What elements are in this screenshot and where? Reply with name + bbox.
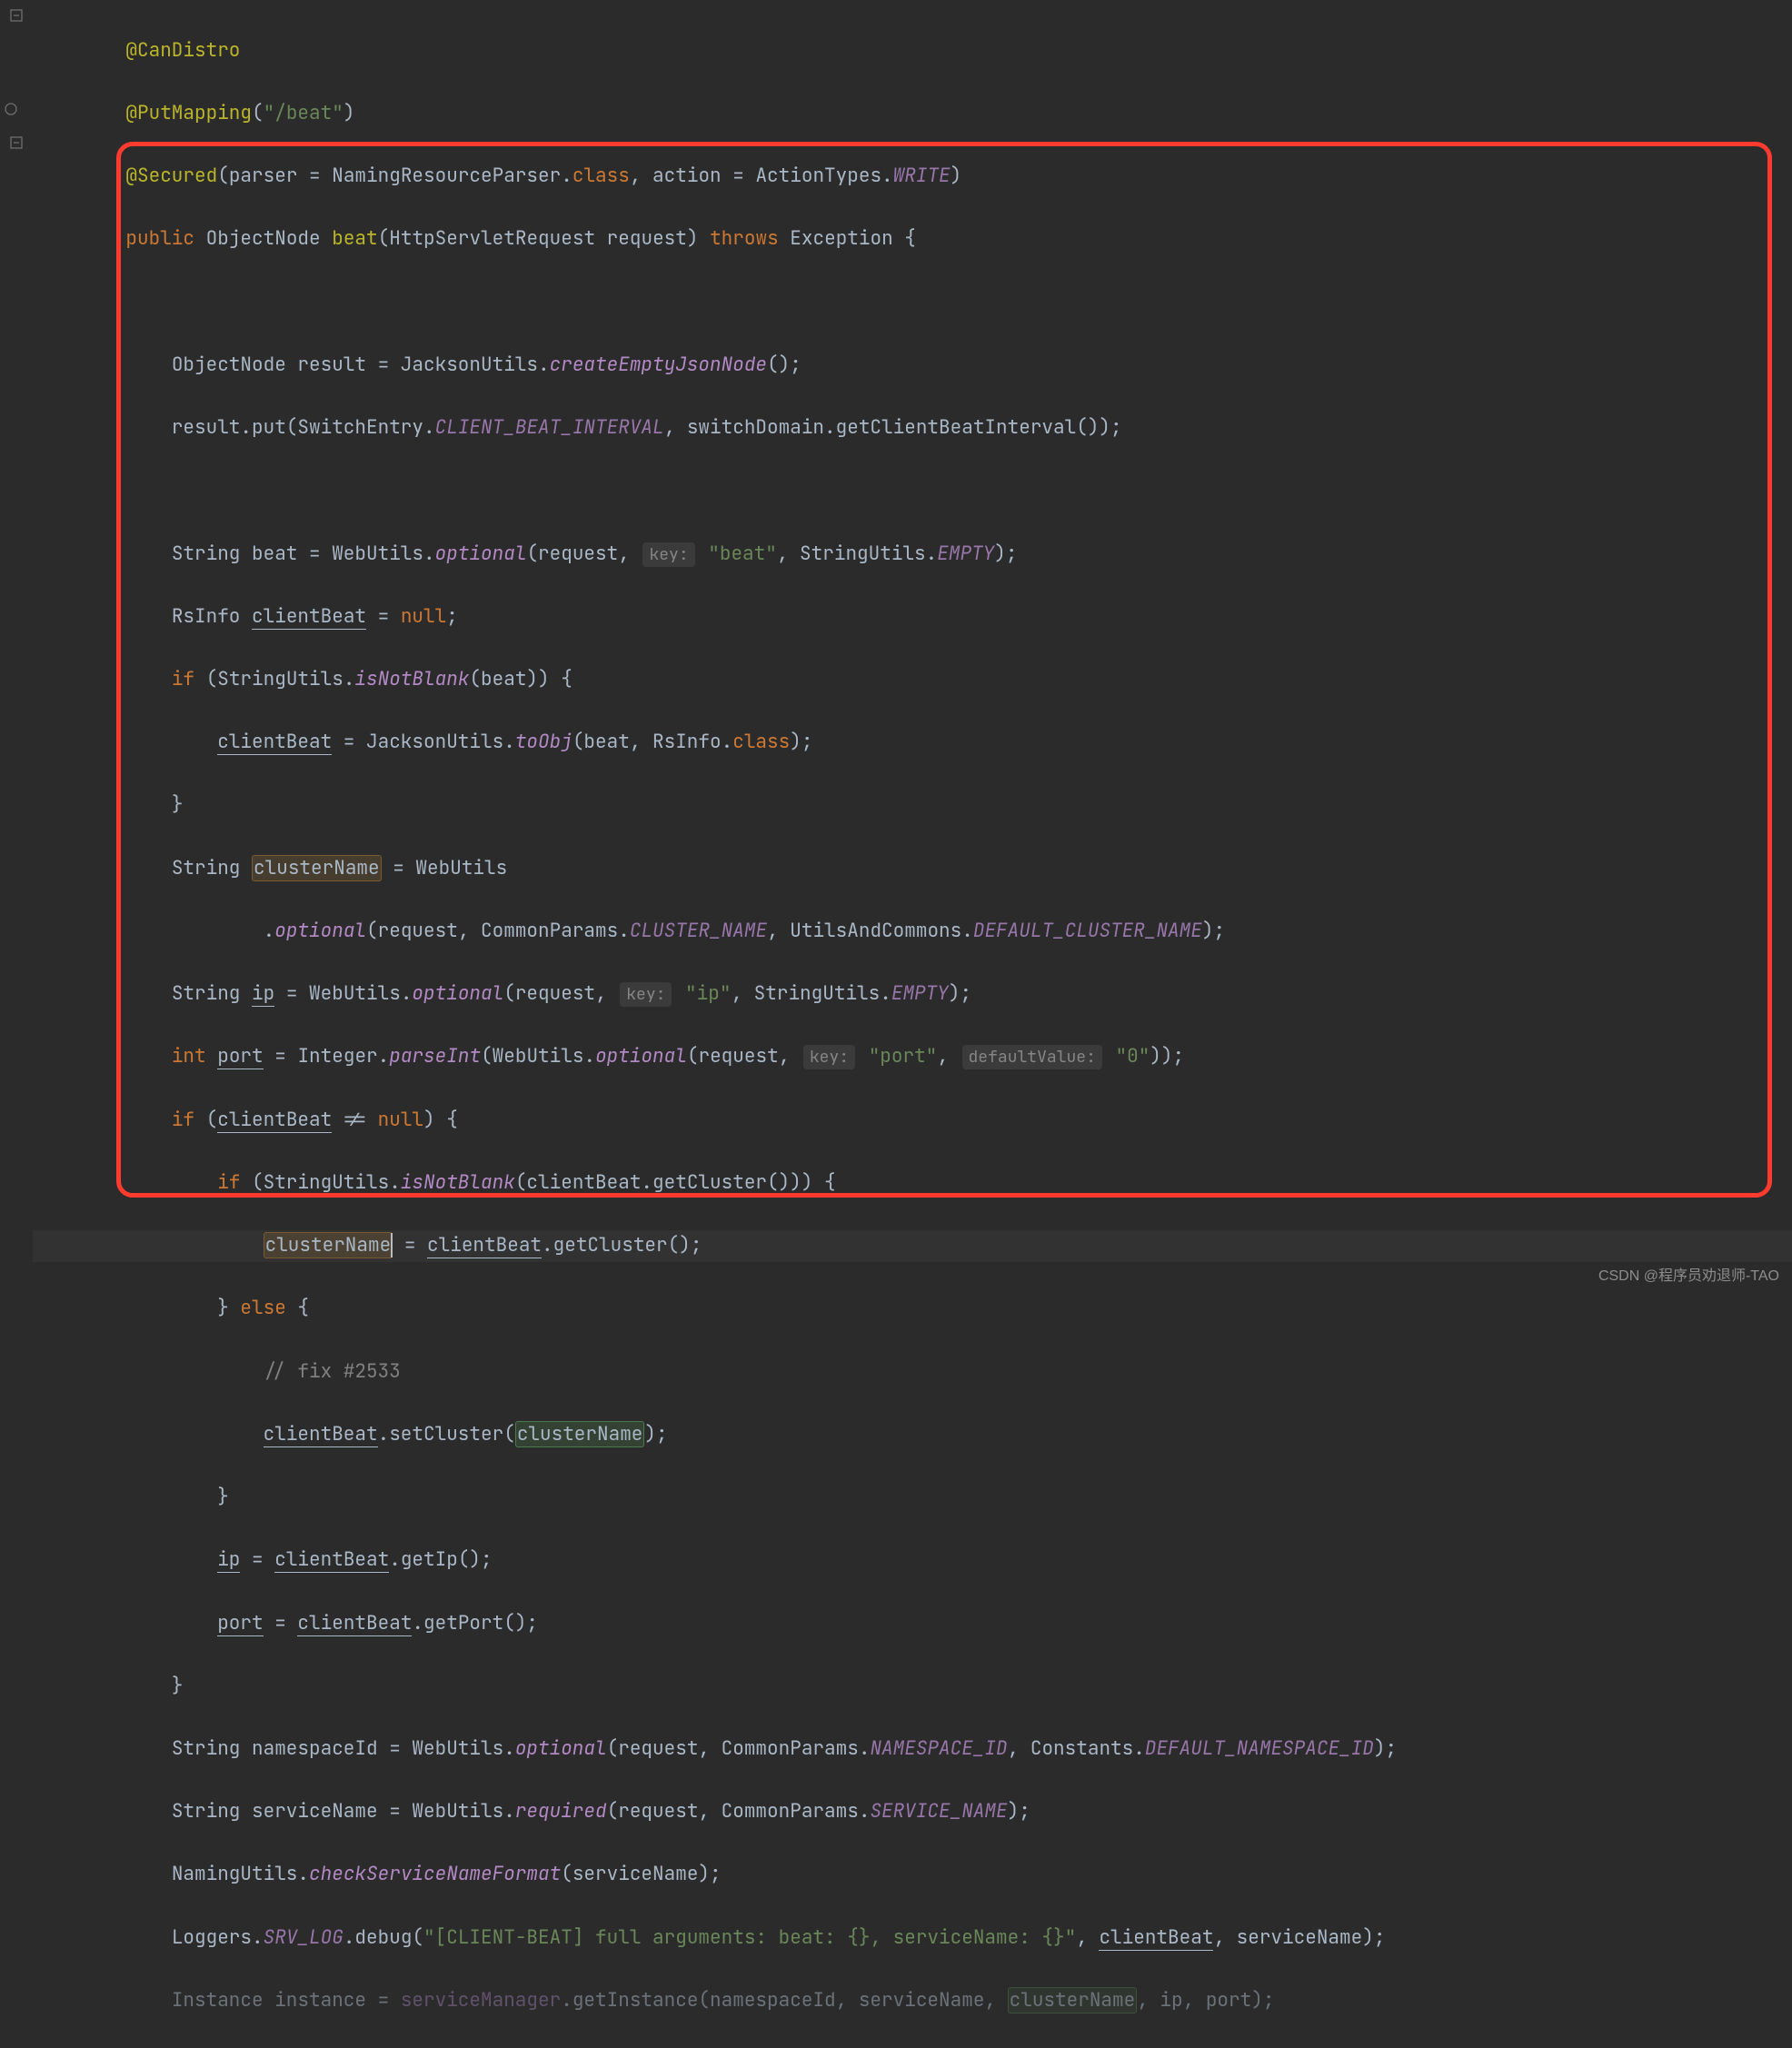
code-line: Loggers.SRV_LOG.debug("[CLIENT-BEAT] ful… [33, 1923, 1792, 1954]
code-line: clientBeat.setCluster(clusterName); [33, 1419, 1792, 1451]
code-line: port = clientBeat.getPort(); [33, 1608, 1792, 1640]
code-line: ip = clientBeat.getIp(); [33, 1545, 1792, 1576]
code-line [33, 287, 1792, 319]
override-icon[interactable] [4, 102, 18, 116]
code-line: result.put(SwitchEntry.CLIENT_BEAT_INTER… [33, 413, 1792, 444]
code-line: // fix #2533 [33, 1357, 1792, 1388]
code-line: @PutMapping("/beat") [33, 98, 1792, 130]
code-line: clientBeat = JacksonUtils.toObj(beat, Rs… [33, 727, 1792, 759]
code-line: } [33, 1671, 1792, 1703]
param-hint: defaultValue: [962, 1045, 1102, 1069]
code-line: NamingUtils.checkServiceNameFormat(servi… [33, 1859, 1792, 1891]
code-line: String beat = WebUtils.optional(request,… [33, 539, 1792, 571]
code-line: } else { [33, 1293, 1792, 1325]
code-line: if (StringUtils.isNotBlank(beat)) { [33, 664, 1792, 696]
code-line: String ip = WebUtils.optional(request, k… [33, 979, 1792, 1010]
code-line: String namespaceId = WebUtils.optional(r… [33, 1734, 1792, 1765]
code-line: } [33, 790, 1792, 821]
collapse-icon[interactable] [9, 135, 24, 150]
watermark-text: CSDN @程序员劝退师-TAO [1598, 1265, 1779, 1288]
code-line: if (clientBeat != null) { [33, 1105, 1792, 1137]
code-line: int port = Integer.parseInt(WebUtils.opt… [33, 1041, 1792, 1073]
code-line: public ObjectNode beat(HttpServletReques… [33, 224, 1792, 255]
code-line: } [33, 1482, 1792, 1514]
code-line-current: clusterName = clientBeat.getCluster(); [33, 1230, 1792, 1262]
code-line: .optional(request, CommonParams.CLUSTER_… [33, 916, 1792, 948]
param-hint: key: [803, 1045, 855, 1069]
collapse-icon[interactable] [9, 8, 24, 23]
code-line: if (StringUtils.isNotBlank(clientBeat.ge… [33, 1168, 1792, 1199]
code-line: Instance instance = serviceManager.getIn… [33, 1985, 1792, 2017]
code-line [33, 475, 1792, 507]
editor-gutter [0, 0, 33, 1294]
code-line: @CanDistro [33, 35, 1792, 67]
code-line: ObjectNode result = JacksonUtils.createE… [33, 350, 1792, 382]
code-line: String serviceName = WebUtils.required(r… [33, 1796, 1792, 1828]
variable-highlight: clusterName [264, 1232, 393, 1258]
code-line: RsInfo clientBeat = null; [33, 601, 1792, 633]
param-hint: key: [642, 542, 694, 567]
param-hint: key: [620, 982, 672, 1007]
code-line: String clusterName = WebUtils [33, 853, 1792, 885]
code-line: @Secured(parser = NamingResourceParser.c… [33, 161, 1792, 193]
code-editor[interactable]: @CanDistro @PutMapping("/beat") @Secured… [33, 0, 1792, 1294]
